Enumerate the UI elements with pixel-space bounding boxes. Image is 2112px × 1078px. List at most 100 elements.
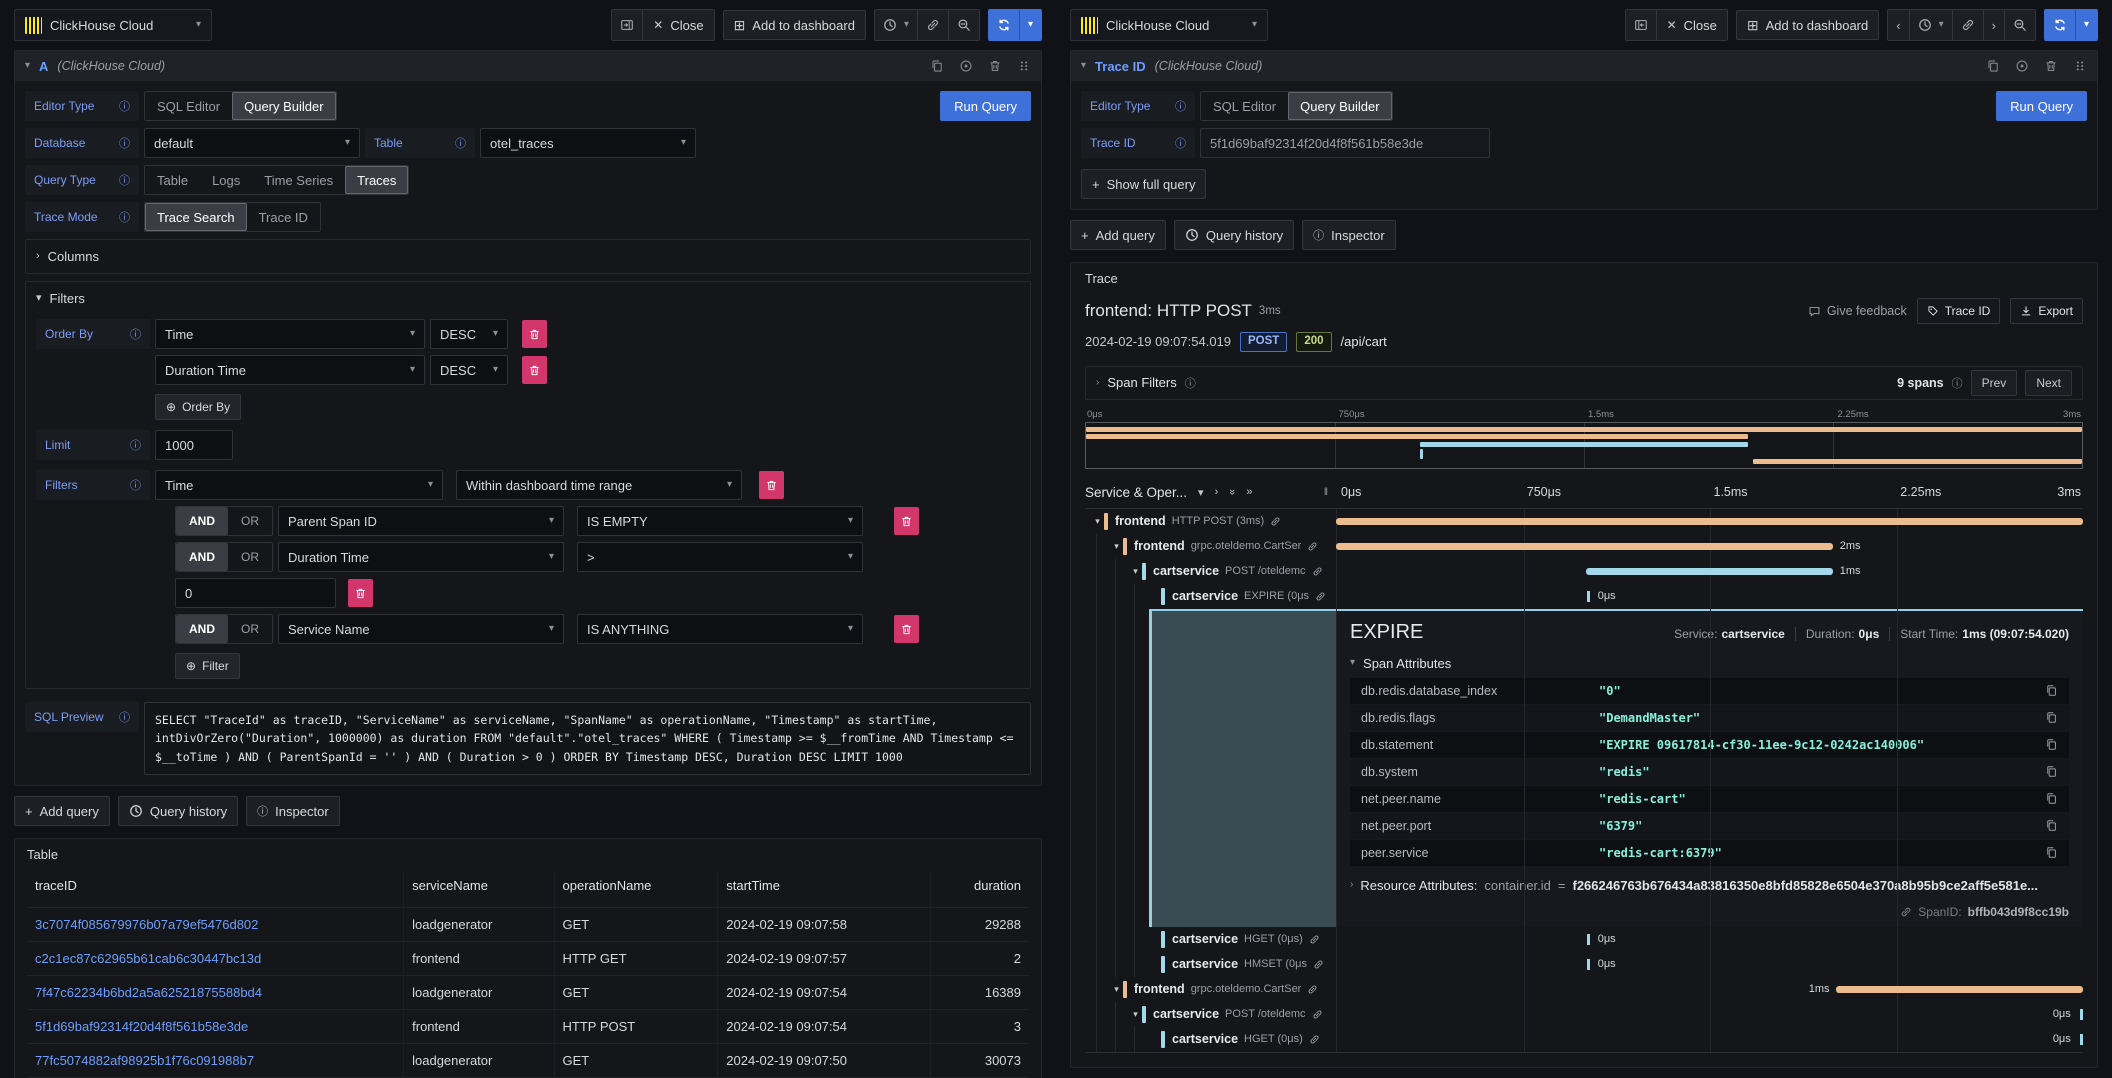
span-tick-mark[interactable]	[2080, 1009, 2083, 1020]
filter-value-input[interactable]	[175, 578, 336, 608]
remove-filter-button[interactable]	[348, 579, 373, 607]
expand-one-icon[interactable]: ›	[1215, 486, 1219, 498]
move-pane-button[interactable]	[1626, 10, 1656, 40]
span-duration-bar[interactable]	[1336, 518, 2083, 525]
bool-or[interactable]: OR	[228, 615, 272, 643]
remove-filter-button[interactable]	[759, 471, 784, 499]
query-type-table[interactable]: Table	[145, 166, 200, 194]
bool-and[interactable]: AND	[176, 615, 228, 643]
query-type-time-series[interactable]: Time Series	[252, 166, 345, 194]
drag-handle-icon[interactable]	[2073, 59, 2087, 73]
query-type-traces[interactable]: Traces	[345, 166, 408, 194]
bool-and[interactable]: AND	[176, 543, 228, 571]
bool-or[interactable]: OR	[228, 507, 272, 535]
move-pane-button[interactable]	[612, 10, 642, 40]
share-link-button[interactable]	[917, 10, 948, 40]
query-row-header[interactable]: ▾ Trace ID (ClickHouse Cloud)	[1071, 51, 2097, 81]
trace-id-button[interactable]: Trace ID	[1917, 298, 2001, 324]
trace-mode-trace-id[interactable]: Trace ID	[247, 203, 320, 231]
query-history-button[interactable]: Query history	[1174, 220, 1294, 250]
column-resize-handle[interactable]: ‖	[1324, 487, 1328, 498]
filter-operator-select[interactable]: IS ANYTHING▾	[577, 614, 863, 644]
span-duration-bar[interactable]	[1836, 986, 2083, 993]
add-order-by-button[interactable]: ⊕Order By	[155, 394, 241, 420]
add-to-dashboard-button[interactable]: ⊞Add to dashboard	[723, 10, 866, 40]
toggle-visibility-icon[interactable]	[959, 59, 973, 73]
datasource-picker[interactable]: ClickHouse Cloud ▾	[1070, 9, 1268, 41]
datasource-picker[interactable]: ClickHouse Cloud ▾	[14, 9, 212, 41]
order-by-direction-select[interactable]: DESC▾	[430, 355, 508, 385]
span-filters-toggle[interactable]: › Span Filters ⓘ	[1096, 375, 1196, 391]
inspector-button[interactable]: ⓘInspector	[246, 796, 339, 826]
bool-or[interactable]: OR	[228, 543, 272, 571]
duplicate-query-icon[interactable]	[1986, 59, 2000, 73]
run-refresh-button[interactable]	[989, 10, 1019, 40]
span-link-icon[interactable]	[1312, 1009, 1323, 1020]
zoom-out-button[interactable]	[2004, 10, 2035, 40]
give-feedback-button[interactable]: Give feedback	[1808, 304, 1907, 318]
query-row-header[interactable]: ▾ A (ClickHouse Cloud)	[15, 51, 1041, 81]
span-link-icon[interactable]	[1307, 984, 1318, 995]
filter-operator-select[interactable]: IS EMPTY▾	[577, 506, 863, 536]
span-link-icon[interactable]	[1270, 516, 1281, 527]
span-tick-mark[interactable]	[2080, 1034, 2083, 1045]
column-header-serviceName[interactable]: serviceName	[404, 872, 554, 908]
trace-id-link[interactable]: c2c1ec87c62965b61cab6c30447bc13d	[27, 942, 404, 976]
inspector-button[interactable]: ⓘInspector	[1302, 220, 1395, 250]
filter-field-select[interactable]: Parent Span ID▾	[278, 506, 564, 536]
span-link-icon[interactable]	[1307, 541, 1318, 552]
span-name-cell[interactable]: ▾frontendHTTP POST (3ms)	[1085, 509, 1336, 534]
column-header-startTime[interactable]: startTime	[718, 872, 931, 908]
span-duration-bar[interactable]	[1336, 543, 1833, 550]
trace-id-link[interactable]: 3c7074f085679976b07a79ef5476d802	[27, 908, 404, 942]
span-track[interactable]: 0μs	[1336, 952, 2083, 977]
add-to-dashboard-button[interactable]: ⊞Add to dashboard	[1736, 10, 1879, 40]
collapse-span-icon[interactable]: ▾	[1110, 984, 1123, 995]
order-by-field-select[interactable]: Duration Time▾	[155, 355, 425, 385]
column-header-operationName[interactable]: operationName	[554, 872, 718, 908]
span-track[interactable]: 0μs	[1336, 584, 2083, 609]
refresh-interval-button[interactable]: ▾	[2075, 10, 2097, 40]
filter-field-select[interactable]: Time▾	[155, 470, 443, 500]
database-select[interactable]: default▾	[144, 128, 360, 158]
service-operation-column-header[interactable]: Service & Oper...	[1085, 485, 1187, 500]
run-refresh-button[interactable]	[2045, 10, 2075, 40]
trace-id-input[interactable]	[1200, 128, 1490, 158]
trace-id-link[interactable]: 5f1d69baf92314f20d4f8f561b58e3de	[27, 1010, 404, 1044]
editor-type-sql-editor[interactable]: SQL Editor	[145, 92, 232, 120]
span-track[interactable]: 0μs	[1336, 1002, 2083, 1027]
editor-type-sql-editor[interactable]: SQL Editor	[1201, 92, 1288, 120]
remove-filter-button[interactable]	[894, 507, 919, 535]
span-link-icon[interactable]	[1309, 934, 1320, 945]
editor-type-query-builder[interactable]: Query Builder	[232, 92, 335, 120]
shift-time-back-button[interactable]: ‹	[1888, 10, 1908, 40]
toggle-visibility-icon[interactable]	[2015, 59, 2029, 73]
remove-order-by-button[interactable]	[522, 356, 547, 384]
filter-operator-select[interactable]: >▾	[577, 542, 863, 572]
drag-handle-icon[interactable]	[1017, 59, 1031, 73]
span-name-cell[interactable]: cartserviceEXPIRE (0μs	[1085, 584, 1336, 609]
column-header-duration[interactable]: duration	[931, 872, 1029, 908]
span-name-cell[interactable]: cartserviceHMSET (0μs	[1085, 952, 1336, 977]
trace-id-link[interactable]: 7f47c62234b6bd2a5a62521875588bd4	[27, 976, 404, 1010]
limit-input[interactable]	[155, 430, 233, 460]
duplicate-query-icon[interactable]	[930, 59, 944, 73]
add-filter-button[interactable]: ⊕Filter	[175, 653, 240, 679]
remove-filter-button[interactable]	[894, 615, 919, 643]
span-tick-mark[interactable]	[1587, 591, 1590, 602]
time-range-button[interactable]: ▾	[1909, 10, 1952, 40]
span-name-cell[interactable]: cartserviceHGET (0μs)	[1085, 1027, 1336, 1052]
export-button[interactable]: Export	[2010, 298, 2083, 324]
span-track[interactable]: 2ms	[1336, 534, 2083, 559]
run-query-button[interactable]: Run Query	[1996, 91, 2087, 121]
delete-query-icon[interactable]	[988, 59, 1002, 73]
span-link-icon[interactable]	[1313, 959, 1324, 970]
span-tick-mark[interactable]	[1587, 959, 1590, 970]
span-track[interactable]: 1ms	[1336, 559, 2083, 584]
span-name-cell[interactable]: ▾frontendgrpc.oteldemo.CartSer	[1085, 977, 1336, 1002]
query-type-logs[interactable]: Logs	[200, 166, 252, 194]
refresh-interval-button[interactable]: ▾	[1019, 10, 1041, 40]
collapse-span-icon[interactable]: ▾	[1129, 566, 1142, 577]
span-name-cell[interactable]: ▾cartservicePOST /oteldemc	[1085, 559, 1336, 584]
order-by-field-select[interactable]: Time▾	[155, 319, 425, 349]
